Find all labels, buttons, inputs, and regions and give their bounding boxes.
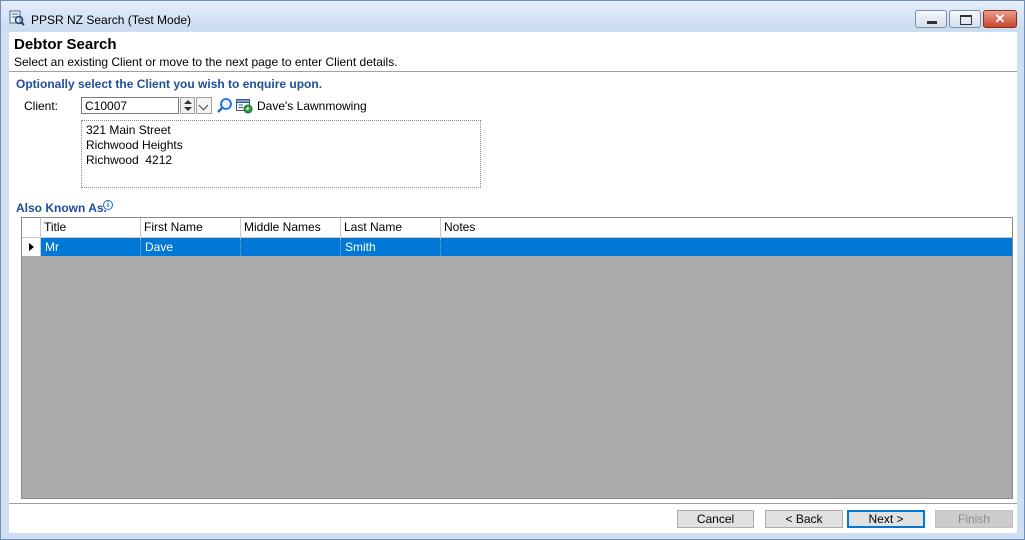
app-icon — [9, 10, 25, 26]
minimize-icon — [916, 11, 946, 27]
aka-grid[interactable]: Title First Name Middle Names Last Name … — [21, 217, 1013, 499]
column-header-first-name[interactable]: First Name — [141, 218, 241, 237]
column-header-title[interactable]: Title — [41, 218, 141, 237]
wizard-page: Debtor Search Select an existing Client … — [9, 32, 1017, 533]
grid-corner — [22, 218, 41, 237]
cell-last-name[interactable]: Smith — [341, 238, 441, 256]
minimize-button[interactable] — [915, 10, 947, 28]
cell-notes[interactable] — [441, 238, 1012, 256]
column-header-middle-names[interactable]: Middle Names — [241, 218, 341, 237]
row-selector-icon[interactable] — [22, 238, 41, 256]
cell-title[interactable]: Mr — [41, 238, 141, 256]
table-row[interactable]: Mr Dave Smith — [22, 238, 1012, 256]
maximize-button[interactable] — [949, 10, 981, 28]
back-button[interactable]: < Back — [765, 510, 843, 528]
spin-up-icon[interactable] — [184, 100, 192, 104]
client-spinner[interactable] — [180, 97, 195, 114]
title-bar[interactable]: PPSR NZ Search (Test Mode) ✕ — [1, 1, 1024, 31]
client-section-heading: Optionally select the Client you wish to… — [16, 77, 323, 91]
close-icon: ✕ — [994, 11, 1006, 26]
client-dropdown-button[interactable] — [196, 97, 212, 114]
maximize-icon — [950, 11, 980, 27]
page-subtitle: Select an existing Client or move to the… — [14, 55, 398, 69]
info-icon[interactable]: i — [103, 200, 113, 210]
address-line: Richwood Heights — [86, 138, 183, 152]
address-line: 321 Main Street — [86, 123, 171, 137]
client-code-input[interactable]: C10007 — [81, 97, 179, 114]
client-card-icon[interactable] — [236, 98, 253, 114]
cell-middle-names[interactable] — [241, 238, 341, 256]
window-title: PPSR NZ Search (Test Mode) — [31, 13, 192, 27]
column-header-last-name[interactable]: Last Name — [341, 218, 441, 237]
application-window: PPSR NZ Search (Test Mode) ✕ Debtor Sear… — [0, 0, 1025, 540]
page-title: Debtor Search — [14, 36, 117, 53]
footer-divider — [9, 503, 1017, 504]
header-divider — [9, 71, 1017, 72]
cancel-button[interactable]: Cancel — [677, 510, 754, 528]
spin-down-icon[interactable] — [184, 107, 192, 111]
finish-button: Finish — [935, 510, 1013, 528]
next-button[interactable]: Next > — [847, 510, 925, 528]
close-button[interactable]: ✕ — [983, 10, 1017, 28]
column-header-notes[interactable]: Notes — [441, 218, 541, 237]
client-address-box: 321 Main Street Richwood Heights Richwoo… — [81, 120, 481, 188]
grid-header: Title First Name Middle Names Last Name … — [22, 218, 1012, 238]
client-label: Client: — [24, 99, 59, 113]
address-line: Richwood 4212 — [86, 153, 173, 167]
cell-first-name[interactable]: Dave — [141, 238, 241, 256]
aka-section-heading: Also Known As. — [16, 201, 107, 215]
search-icon[interactable] — [216, 97, 233, 114]
client-name: Dave's Lawnmowing — [257, 99, 367, 113]
